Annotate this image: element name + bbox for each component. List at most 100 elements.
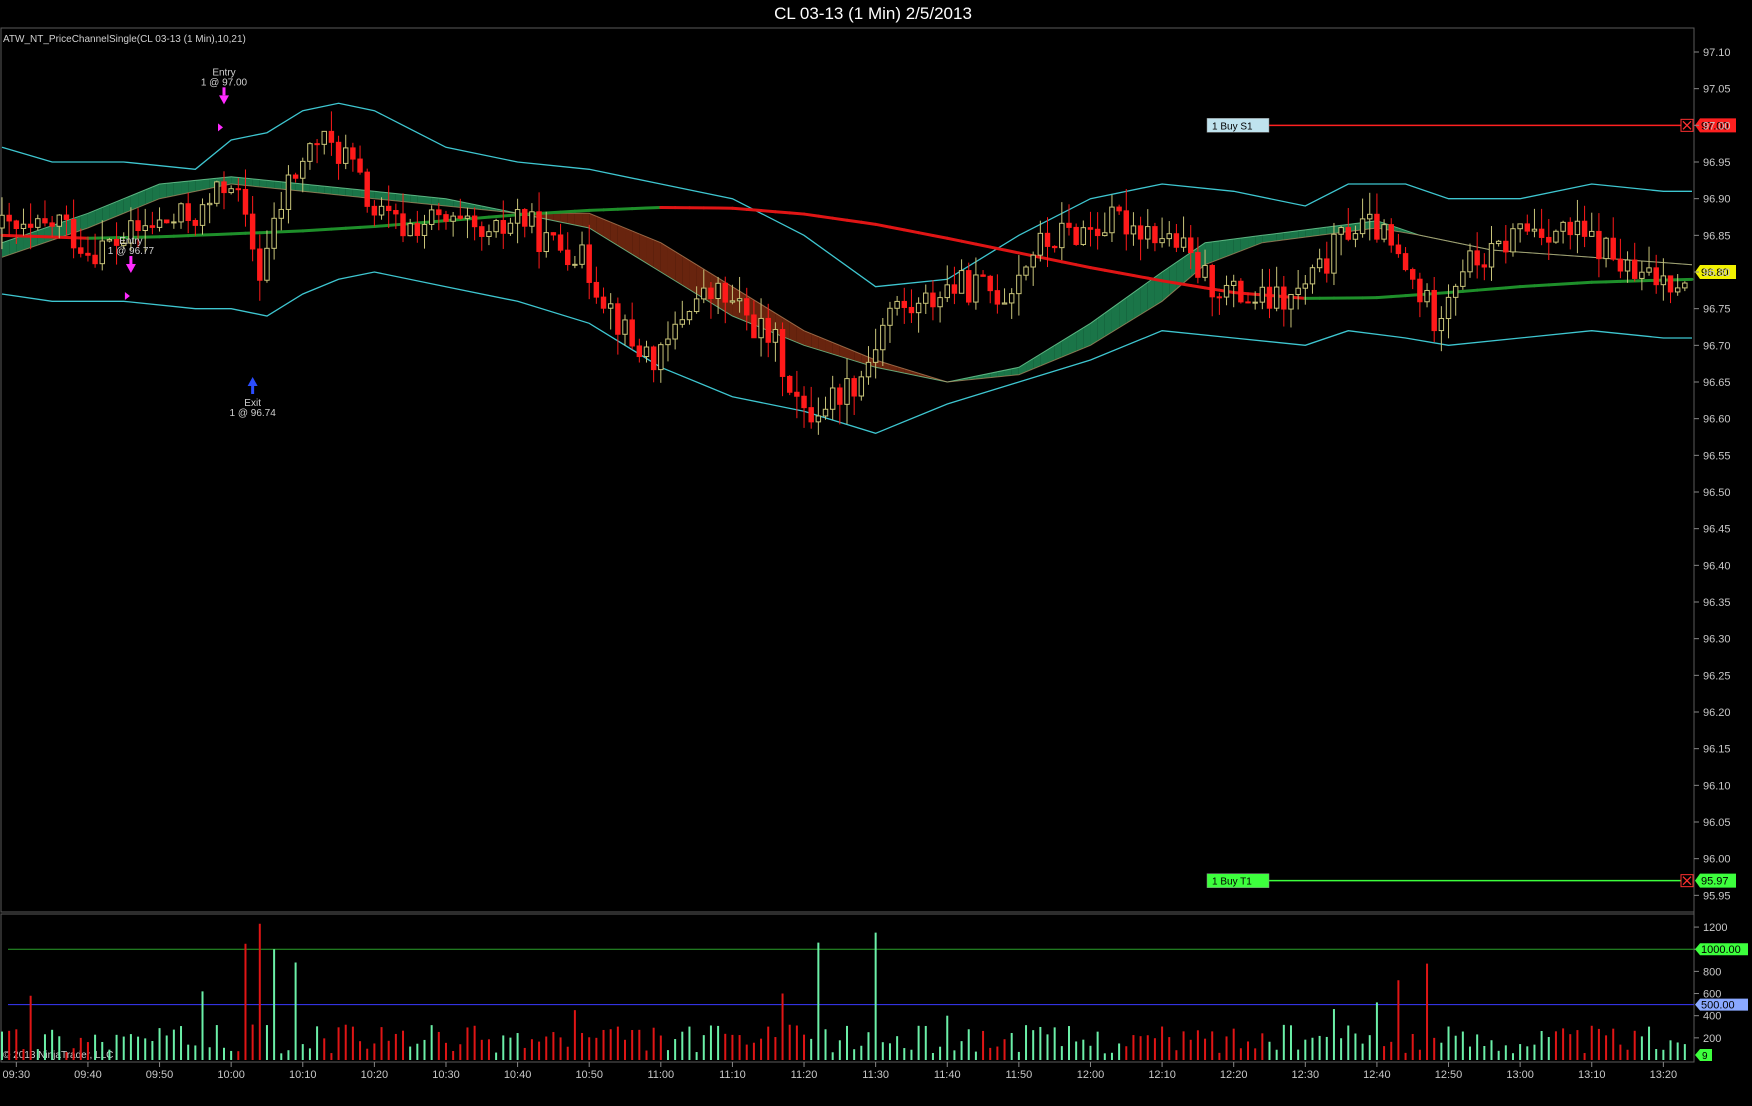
- ma-cloud-segment: [1205, 241, 1213, 265]
- candle-body: [615, 303, 621, 335]
- ma-cloud-segment: [195, 179, 203, 192]
- price-tick-label: 97.00: [1703, 120, 1731, 132]
- candle-body: [751, 314, 757, 339]
- candle-body: [1596, 230, 1602, 260]
- candle-body: [385, 205, 392, 212]
- candle-body: [271, 217, 277, 249]
- slow-ma-segment: [644, 205, 663, 210]
- candle-body: [966, 270, 972, 303]
- price-tick-label: 96.70: [1703, 340, 1731, 352]
- price-tick-label: 96.10: [1703, 780, 1731, 792]
- ma-cloud-segment: [417, 195, 425, 204]
- time-tick-label: 11:50: [1006, 1069, 1033, 1081]
- ma-cloud-segment: [252, 178, 260, 187]
- candle-body: [643, 346, 650, 358]
- candle-body: [672, 323, 678, 340]
- ma-cloud-segment: [1212, 240, 1220, 262]
- candle-body: [192, 219, 199, 226]
- time-tick-label: 12:00: [1077, 1069, 1105, 1081]
- candle-body: [1367, 213, 1373, 220]
- time-tick-label: 11:10: [719, 1069, 746, 1081]
- volume-level-mid-label: 500.00: [1701, 1000, 1735, 1012]
- candle-body: [1388, 224, 1394, 246]
- candle-body: [1374, 213, 1380, 240]
- candle-body: [70, 218, 77, 249]
- candle-body: [13, 220, 20, 230]
- candle-body: [600, 296, 607, 309]
- chart-window: CL 03-13 (1 Min) 2/5/2013 ATW_NT_PriceCh…: [0, 0, 1752, 1106]
- ma-cloud-segment: [274, 181, 282, 190]
- candle-body: [99, 240, 105, 265]
- candle-body: [1252, 301, 1258, 304]
- ma-cloud-segment: [374, 191, 382, 200]
- time-tick-label: 09:50: [146, 1069, 174, 1081]
- slow-ma-segment: [315, 227, 333, 232]
- candle-body: [1581, 220, 1588, 237]
- ma-cloud-segment: [410, 195, 418, 204]
- candle-body: [436, 209, 442, 216]
- ma-cloud-segment: [675, 251, 683, 286]
- candle-body: [514, 209, 521, 224]
- candle-body: [1438, 318, 1445, 332]
- candle-body: [135, 220, 141, 231]
- time-tick-label: 11:30: [862, 1069, 889, 1081]
- candle-body: [1044, 232, 1051, 247]
- candle-body: [801, 395, 807, 409]
- candle-body: [1066, 222, 1072, 228]
- candle-body: [786, 375, 793, 393]
- trade-label-detail: 1 @ 97.00: [201, 77, 248, 88]
- price-tick-label: 97.05: [1703, 84, 1731, 96]
- last-volume-label: 9: [1702, 1051, 1708, 1062]
- slow-ma-segment: [1489, 286, 1508, 291]
- candle-body: [1402, 253, 1409, 271]
- candle-body: [529, 211, 535, 227]
- slow-ma-segment: [1475, 287, 1493, 292]
- candle-body: [607, 303, 614, 309]
- ma-cloud-segment: [1219, 239, 1227, 260]
- candle-body: [872, 349, 879, 363]
- candle-body: [371, 205, 378, 216]
- exit-arrow-stem: [251, 386, 255, 394]
- candle-body: [693, 298, 700, 313]
- candle-body: [1467, 250, 1473, 273]
- candle-body: [364, 171, 370, 207]
- candle-body: [1546, 236, 1552, 243]
- candle-body: [765, 317, 771, 343]
- chart-title: CL 03-13 (1 Min) 2/5/2013: [774, 4, 972, 23]
- candle-body: [894, 300, 900, 309]
- candle-body: [1352, 233, 1359, 240]
- candle-body: [650, 346, 657, 371]
- candle-body: [1682, 282, 1688, 289]
- candle-body: [300, 160, 306, 179]
- candle-body: [228, 188, 234, 194]
- candle-body: [1209, 264, 1215, 298]
- candle-body: [1230, 280, 1237, 286]
- slow-ma-segment: [329, 226, 348, 231]
- candle-body: [178, 203, 184, 223]
- candle-body: [264, 247, 270, 281]
- candle-body: [428, 209, 435, 225]
- price-tick-label: 96.60: [1703, 414, 1731, 426]
- candle-body: [951, 284, 958, 294]
- candle-body: [1631, 259, 1638, 279]
- time-tick-label: 12:40: [1363, 1069, 1391, 1081]
- slow-ma-segment: [559, 209, 577, 214]
- ma-cloud-segment: [238, 177, 246, 186]
- slow-ma-segment: [616, 207, 634, 211]
- target-order-price-label: 95.97: [1701, 876, 1729, 888]
- price-tick-label: 96.25: [1703, 670, 1731, 682]
- ma-cloud-segment: [424, 196, 432, 205]
- price-tick-label: 96.35: [1703, 597, 1731, 609]
- candle-body: [772, 329, 779, 343]
- candle-body: [1309, 267, 1316, 285]
- candle-body: [851, 378, 857, 397]
- candle-body: [1531, 228, 1538, 232]
- candle-body: [1553, 230, 1559, 243]
- candle-body: [285, 174, 292, 210]
- slow-ma-segment: [158, 234, 176, 239]
- ma-cloud-segment: [574, 213, 583, 227]
- slow-ma-segment: [301, 228, 319, 233]
- candle-body: [1495, 240, 1502, 245]
- candle-body: [1674, 287, 1681, 293]
- candle-body: [1345, 227, 1351, 240]
